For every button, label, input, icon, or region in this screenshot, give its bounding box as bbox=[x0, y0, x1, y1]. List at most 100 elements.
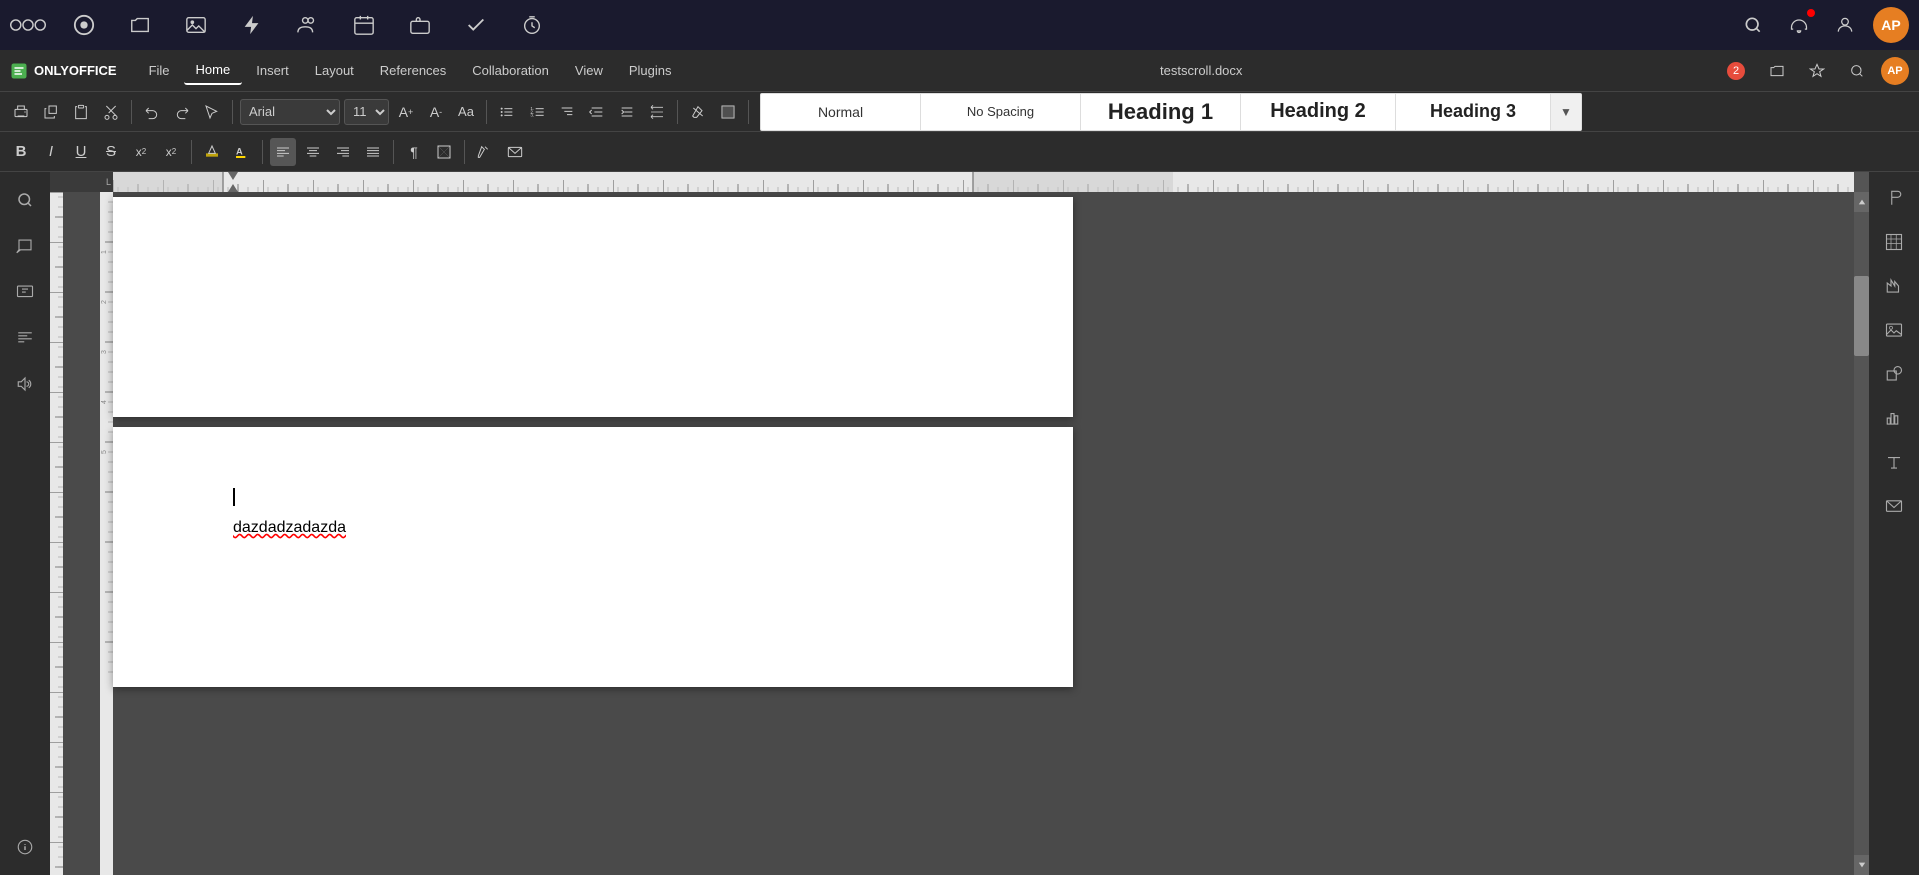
sidebar-comments-icon[interactable] bbox=[7, 228, 43, 264]
right-panel-shape-icon[interactable] bbox=[1876, 356, 1912, 392]
user-avatar-small[interactable]: AP bbox=[1881, 57, 1909, 85]
font-color-button[interactable]: A bbox=[229, 138, 255, 166]
shading-button[interactable] bbox=[715, 98, 741, 126]
redo-button[interactable] bbox=[169, 98, 195, 126]
multilevel-list-button[interactable] bbox=[554, 98, 580, 126]
page-2[interactable]: dazdadzadazda bbox=[113, 427, 1073, 687]
nav-calendar-icon[interactable] bbox=[346, 7, 382, 43]
sidebar-slides-icon[interactable] bbox=[7, 274, 43, 310]
style-heading2[interactable]: Heading 2 bbox=[1241, 94, 1396, 130]
paste-button[interactable] bbox=[68, 98, 94, 126]
clear-format-button[interactable] bbox=[685, 98, 711, 126]
print-button[interactable] bbox=[8, 98, 34, 126]
copy-style-button[interactable] bbox=[38, 98, 64, 126]
collaboration-button[interactable]: 2 bbox=[1719, 58, 1753, 84]
menu-file[interactable]: File bbox=[137, 57, 182, 84]
nav-people-icon[interactable] bbox=[290, 7, 326, 43]
sep6 bbox=[191, 140, 192, 164]
nav-files-icon[interactable] bbox=[66, 7, 102, 43]
font-size-increase-button[interactable]: A+ bbox=[393, 98, 419, 126]
underline-button[interactable]: U bbox=[68, 138, 94, 166]
menu-view[interactable]: View bbox=[563, 57, 615, 84]
menu-collaboration[interactable]: Collaboration bbox=[460, 57, 561, 84]
folder-button[interactable] bbox=[1761, 59, 1793, 83]
style-no-spacing[interactable]: No Spacing bbox=[921, 94, 1081, 130]
align-left-button[interactable] bbox=[270, 138, 296, 166]
right-panel-bar-chart-icon[interactable] bbox=[1876, 400, 1912, 436]
right-panel-text-icon[interactable] bbox=[1876, 444, 1912, 480]
sidebar-info-icon[interactable] bbox=[7, 829, 43, 865]
superscript-button[interactable]: x2 bbox=[128, 138, 154, 166]
search-icon[interactable] bbox=[1735, 7, 1771, 43]
nav-check-icon[interactable] bbox=[458, 7, 494, 43]
mail-merge-button[interactable] bbox=[502, 138, 528, 166]
favorite-button[interactable] bbox=[1801, 59, 1833, 83]
decrease-indent-button[interactable] bbox=[584, 98, 610, 126]
right-panel-mail-icon[interactable] bbox=[1876, 488, 1912, 524]
strikethrough-button[interactable]: S bbox=[98, 138, 124, 166]
paragraph-marks-button[interactable]: ¶ bbox=[401, 138, 427, 166]
notification-badge bbox=[1807, 9, 1815, 17]
numbering-button[interactable]: 1.2.3. bbox=[524, 98, 550, 126]
style-heading1[interactable]: Heading 1 bbox=[1081, 94, 1241, 130]
styles-expand-button[interactable]: ▼ bbox=[1551, 94, 1581, 130]
menu-plugins[interactable]: Plugins bbox=[617, 57, 684, 84]
svg-text:3.: 3. bbox=[530, 112, 534, 117]
nav-folder-icon[interactable] bbox=[122, 7, 158, 43]
justify-button[interactable] bbox=[360, 138, 386, 166]
right-panel-pilcrow-icon[interactable] bbox=[1876, 180, 1912, 216]
menu-bar: ONLYOFFICE File Home Insert Layout Refer… bbox=[0, 50, 1919, 92]
font-family-select[interactable]: Arial bbox=[240, 99, 340, 125]
menu-layout[interactable]: Layout bbox=[303, 57, 366, 84]
font-size-select[interactable]: 11 bbox=[344, 99, 389, 125]
contacts-icon[interactable] bbox=[1827, 7, 1863, 43]
sidebar-search-icon[interactable] bbox=[7, 182, 43, 218]
scrollable-document[interactable]: 1 2 3 4 5 bbox=[63, 192, 1854, 875]
nav-lightning-icon[interactable] bbox=[234, 7, 270, 43]
align-center-button[interactable] bbox=[300, 138, 326, 166]
user-avatar[interactable]: AP bbox=[1873, 7, 1909, 43]
scroll-track[interactable] bbox=[1854, 212, 1869, 855]
select-mode-button[interactable] bbox=[199, 98, 225, 126]
style-heading3[interactable]: Heading 3 bbox=[1396, 94, 1551, 130]
cut-button[interactable] bbox=[98, 98, 124, 126]
menu-right: 2 AP bbox=[1719, 57, 1909, 85]
undo-button[interactable] bbox=[139, 98, 165, 126]
copy-formatting-button[interactable] bbox=[472, 138, 498, 166]
app-logo[interactable] bbox=[10, 7, 46, 43]
page-1-content bbox=[113, 197, 1073, 397]
increase-indent-button[interactable] bbox=[614, 98, 640, 126]
menu-insert[interactable]: Insert bbox=[244, 57, 301, 84]
subscript-button[interactable]: x2 bbox=[158, 138, 184, 166]
right-panel-table-icon[interactable] bbox=[1876, 224, 1912, 260]
right-panel-chart-icon[interactable] bbox=[1876, 268, 1912, 304]
scroll-up-button[interactable] bbox=[1854, 192, 1869, 212]
sidebar-audio-icon[interactable] bbox=[7, 366, 43, 402]
scroll-thumb[interactable] bbox=[1854, 276, 1869, 356]
style-normal[interactable]: Normal bbox=[761, 94, 921, 130]
vertical-scrollbar[interactable] bbox=[1854, 192, 1869, 875]
nav-timer-icon[interactable] bbox=[514, 7, 550, 43]
change-case-button[interactable]: Aa bbox=[453, 98, 479, 126]
menu-references[interactable]: References bbox=[368, 57, 458, 84]
menu-home[interactable]: Home bbox=[184, 56, 243, 85]
paragraph-shading-button[interactable] bbox=[431, 138, 457, 166]
right-panel-image-icon[interactable] bbox=[1876, 312, 1912, 348]
highlight-button[interactable] bbox=[199, 138, 225, 166]
bullets-button[interactable] bbox=[494, 98, 520, 126]
nav-briefcase-icon[interactable] bbox=[402, 7, 438, 43]
bold-button[interactable]: B bbox=[8, 138, 34, 166]
font-size-decrease-button[interactable]: A- bbox=[423, 98, 449, 126]
svg-text:3: 3 bbox=[101, 350, 108, 354]
sidebar-headings-icon[interactable] bbox=[7, 320, 43, 356]
nav-image-icon[interactable] bbox=[178, 7, 214, 43]
search-doc-button[interactable] bbox=[1841, 59, 1873, 83]
page-1[interactable] bbox=[113, 197, 1073, 417]
styles-panel: Normal No Spacing Heading 1 Heading 2 He… bbox=[760, 93, 1582, 131]
notifications-icon[interactable] bbox=[1781, 7, 1817, 43]
scroll-down-button[interactable] bbox=[1854, 855, 1869, 875]
scroll-up-icon bbox=[1858, 198, 1866, 206]
align-right-button[interactable] bbox=[330, 138, 356, 166]
italic-button[interactable]: I bbox=[38, 138, 64, 166]
line-spacing-button[interactable] bbox=[644, 98, 670, 126]
